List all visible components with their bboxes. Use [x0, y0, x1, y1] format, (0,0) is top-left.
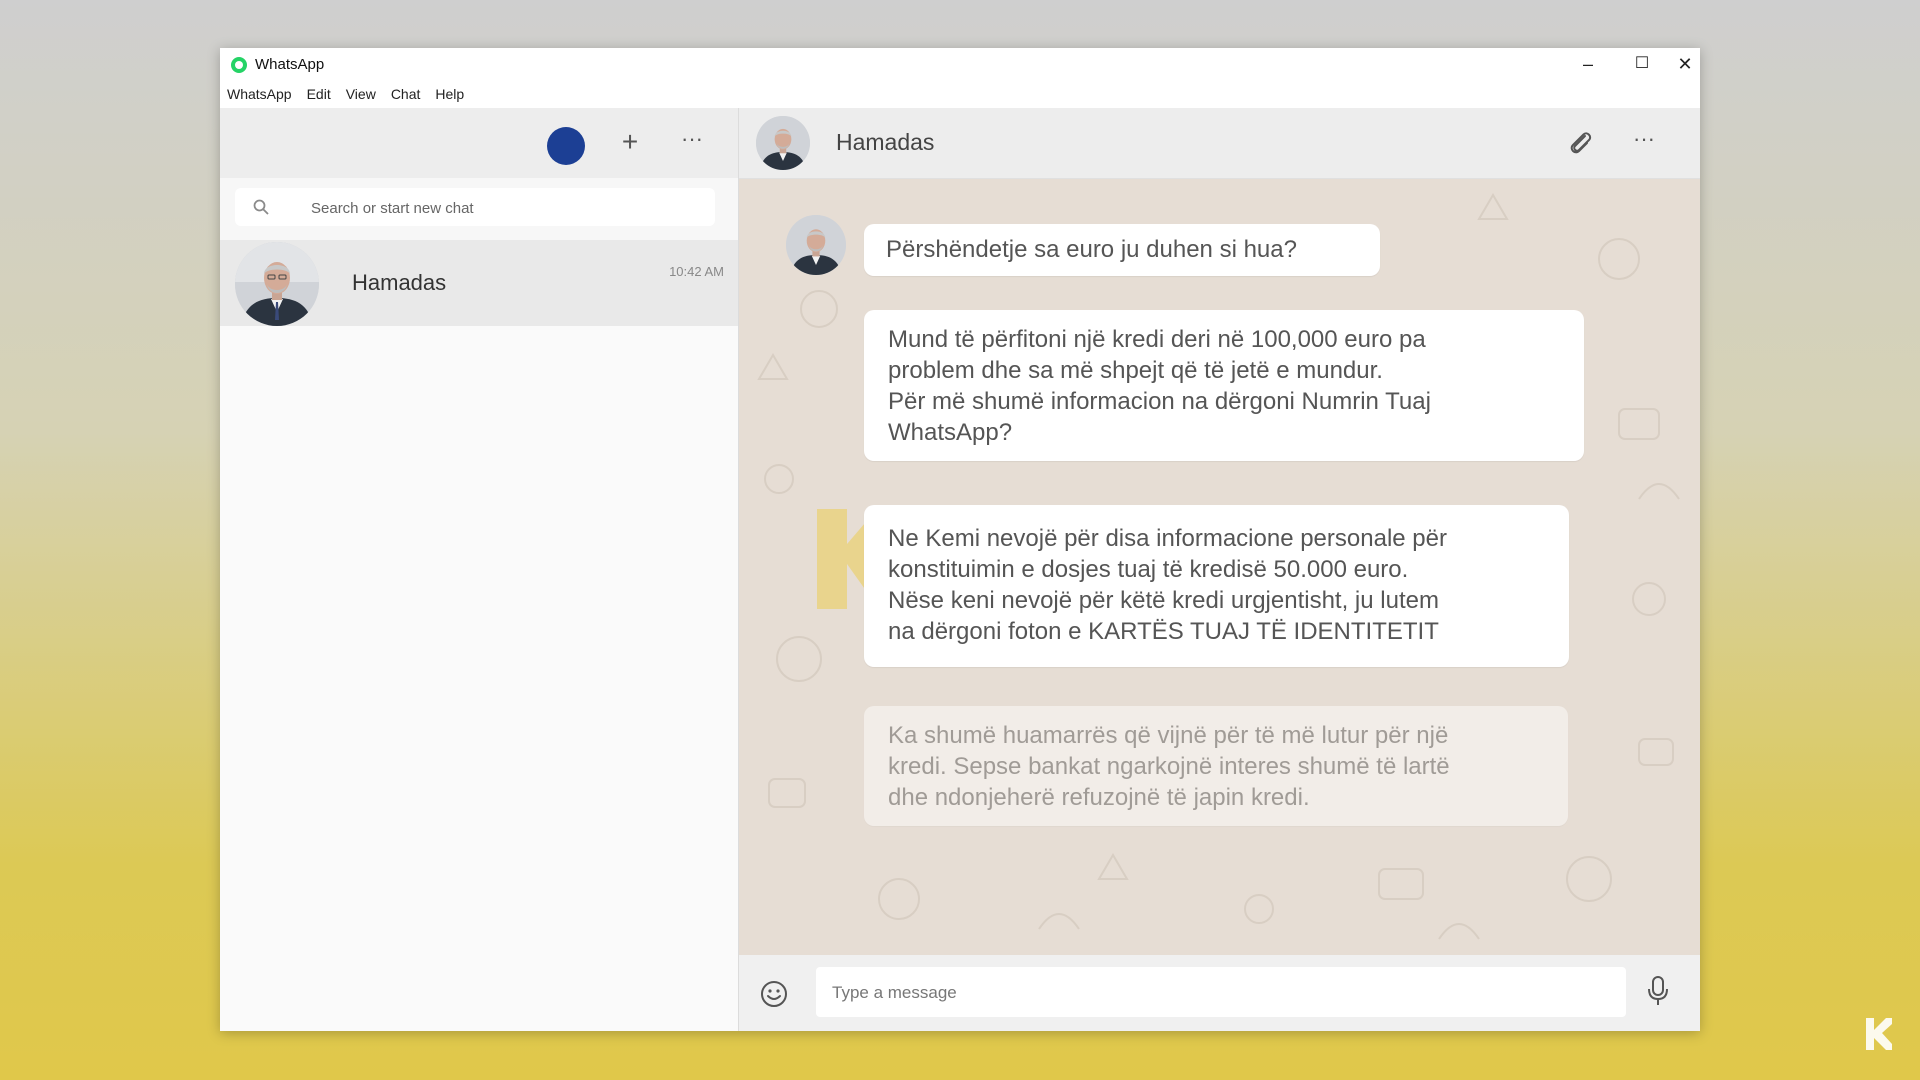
title-bar: WhatsApp – ☐ ✕ [220, 48, 1700, 82]
header-contact-name: Hamadas [836, 129, 935, 155]
menu-chat[interactable]: Chat [384, 82, 429, 102]
attach-clip-icon[interactable] [1565, 128, 1597, 160]
message-bubble[interactable]: Përshëndetje sa euro ju duhen si hua? [864, 224, 1380, 276]
contact-avatar [235, 242, 319, 326]
close-button[interactable]: ✕ [1670, 48, 1700, 82]
person-photo-icon [235, 242, 319, 326]
minimize-button[interactable]: – [1561, 48, 1615, 82]
menu-edit[interactable]: Edit [300, 82, 339, 102]
message-bubble[interactable]: Ka shumë huamarrës që vijnë për të më lu… [864, 706, 1568, 826]
search-bar [220, 178, 738, 240]
message-text: problem dhe sa më shpejt që të jetë e mu… [888, 357, 1383, 384]
person-photo-icon [756, 116, 810, 170]
message-text: Ne Kemi nevojë për disa informacione per… [888, 525, 1447, 552]
menu-view[interactable]: View [339, 82, 384, 102]
microphone-icon[interactable] [1646, 975, 1670, 1007]
message-bubble[interactable]: Mund të përfitoni një kredi deri në 100,… [864, 310, 1584, 461]
message-bubble[interactable]: Ne Kemi nevojë për disa informacione per… [864, 505, 1569, 667]
chat-list-item[interactable]: Hamadas 10:42 AM [220, 240, 738, 326]
message-sender-avatar[interactable] [786, 215, 846, 275]
more-icon[interactable]: ··· [1626, 124, 1662, 160]
message-text: Ka shumë huamarrës që vijnë për të më lu… [888, 722, 1449, 749]
message-text: Nëse keni nevojë për këtë kredi urgjenti… [888, 587, 1439, 614]
whatsapp-window: WhatsApp – ☐ ✕ WhatsApp Edit View Chat Help … [220, 48, 1700, 1031]
message-area[interactable]: Përshëndetje sa euro ju duhen si hua? Mu… [739, 179, 1700, 955]
my-profile-avatar[interactable] [547, 127, 585, 165]
menu-help[interactable]: Help [428, 82, 472, 102]
menu-whatsapp[interactable]: WhatsApp [220, 82, 300, 102]
chat-timestamp: 10:42 AM [669, 264, 724, 279]
message-text: Mund të përfitoni një kredi deri në 100,… [888, 326, 1426, 353]
plus-icon[interactable]: + [612, 124, 648, 160]
window-title: WhatsApp [255, 56, 325, 73]
message-input[interactable] [830, 979, 1614, 1007]
message-text: konstituimin e dosjes tuaj të kredisë 50… [888, 556, 1409, 583]
search-box[interactable] [235, 188, 715, 226]
message-input-box[interactable] [816, 967, 1626, 1017]
maximize-button[interactable]: ☐ [1615, 48, 1669, 82]
more-icon[interactable]: ··· [674, 124, 710, 160]
emoji-icon[interactable] [759, 979, 789, 1009]
chat-contact-name: Hamadas [352, 270, 447, 295]
message-text: WhatsApp? [888, 419, 1013, 446]
message-composer [739, 955, 1700, 1031]
search-input[interactable] [309, 194, 703, 222]
header-contact-avatar[interactable] [756, 116, 810, 170]
channel-logo-icon [1866, 1018, 1892, 1050]
sidebar-header: + ··· [220, 108, 738, 178]
chat-header: Hamadas ··· [739, 108, 1700, 179]
person-photo-icon [786, 215, 846, 275]
whatsapp-logo-icon [231, 57, 247, 73]
menu-bar: WhatsApp Edit View Chat Help [220, 82, 1700, 108]
message-text: Për më shumë informacion na dërgoni Numr… [888, 388, 1431, 415]
sidebar: + ··· Search or start new chat Hamadas 1… [220, 108, 739, 1031]
message-text: dhe ndonjeherë refuzojnë të japin kredi. [888, 784, 1310, 811]
message-text: Përshëndetje sa euro ju duhen si hua? [886, 236, 1297, 263]
message-text: na dërgoni foton e KARTËS TUAJ TË IDENTI… [888, 618, 1439, 645]
chat-panel: Hamadas ··· Përshëndetje sa euro ju duhe… [739, 108, 1700, 1031]
message-text: kredi. Sepse bankat ngarkojnë interes sh… [888, 753, 1450, 780]
search-icon [253, 199, 269, 215]
